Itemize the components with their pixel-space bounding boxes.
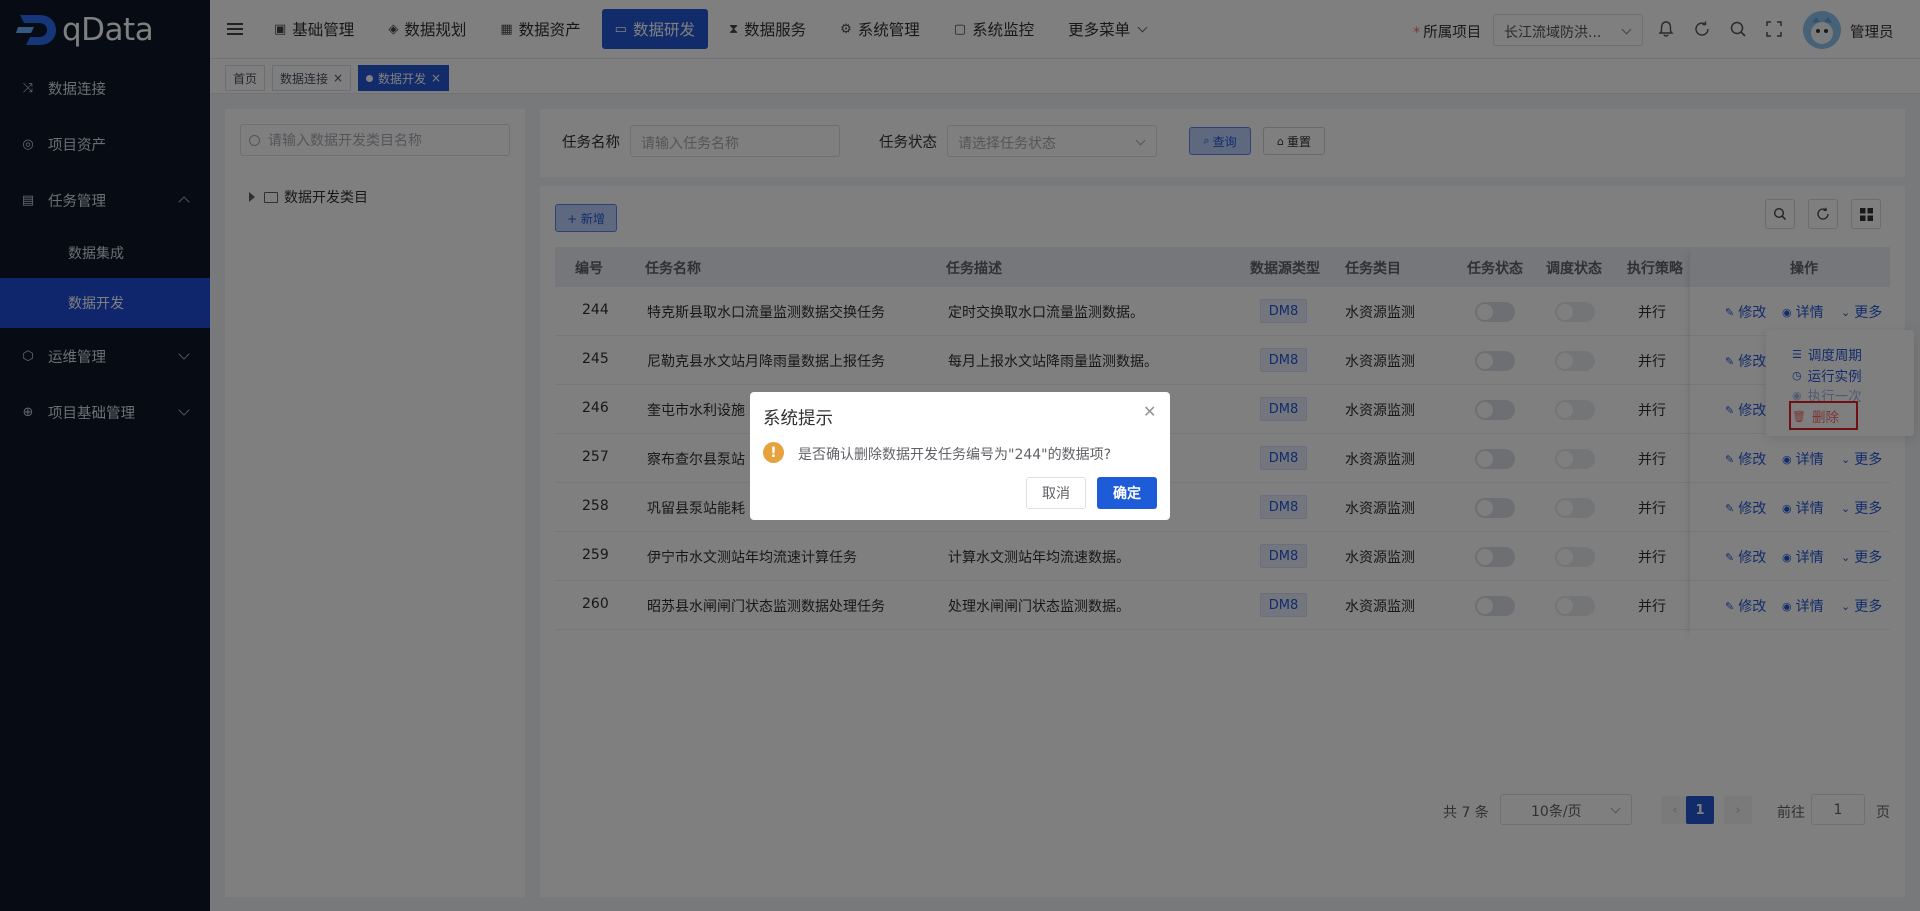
dialog-title: 系统提示 (763, 409, 833, 429)
warning-icon: ! (763, 442, 784, 463)
close-icon[interactable]: ✕ (1143, 402, 1156, 421)
confirm-dialog: 系统提示 ✕ ! 是否确认删除数据开发任务编号为"244"的数据项? 取消 确定 (750, 392, 1170, 520)
cancel-button[interactable]: 取消 (1026, 477, 1086, 509)
dialog-message: 是否确认删除数据开发任务编号为"244"的数据项? (798, 447, 1112, 463)
confirm-button[interactable]: 确定 (1097, 477, 1157, 509)
